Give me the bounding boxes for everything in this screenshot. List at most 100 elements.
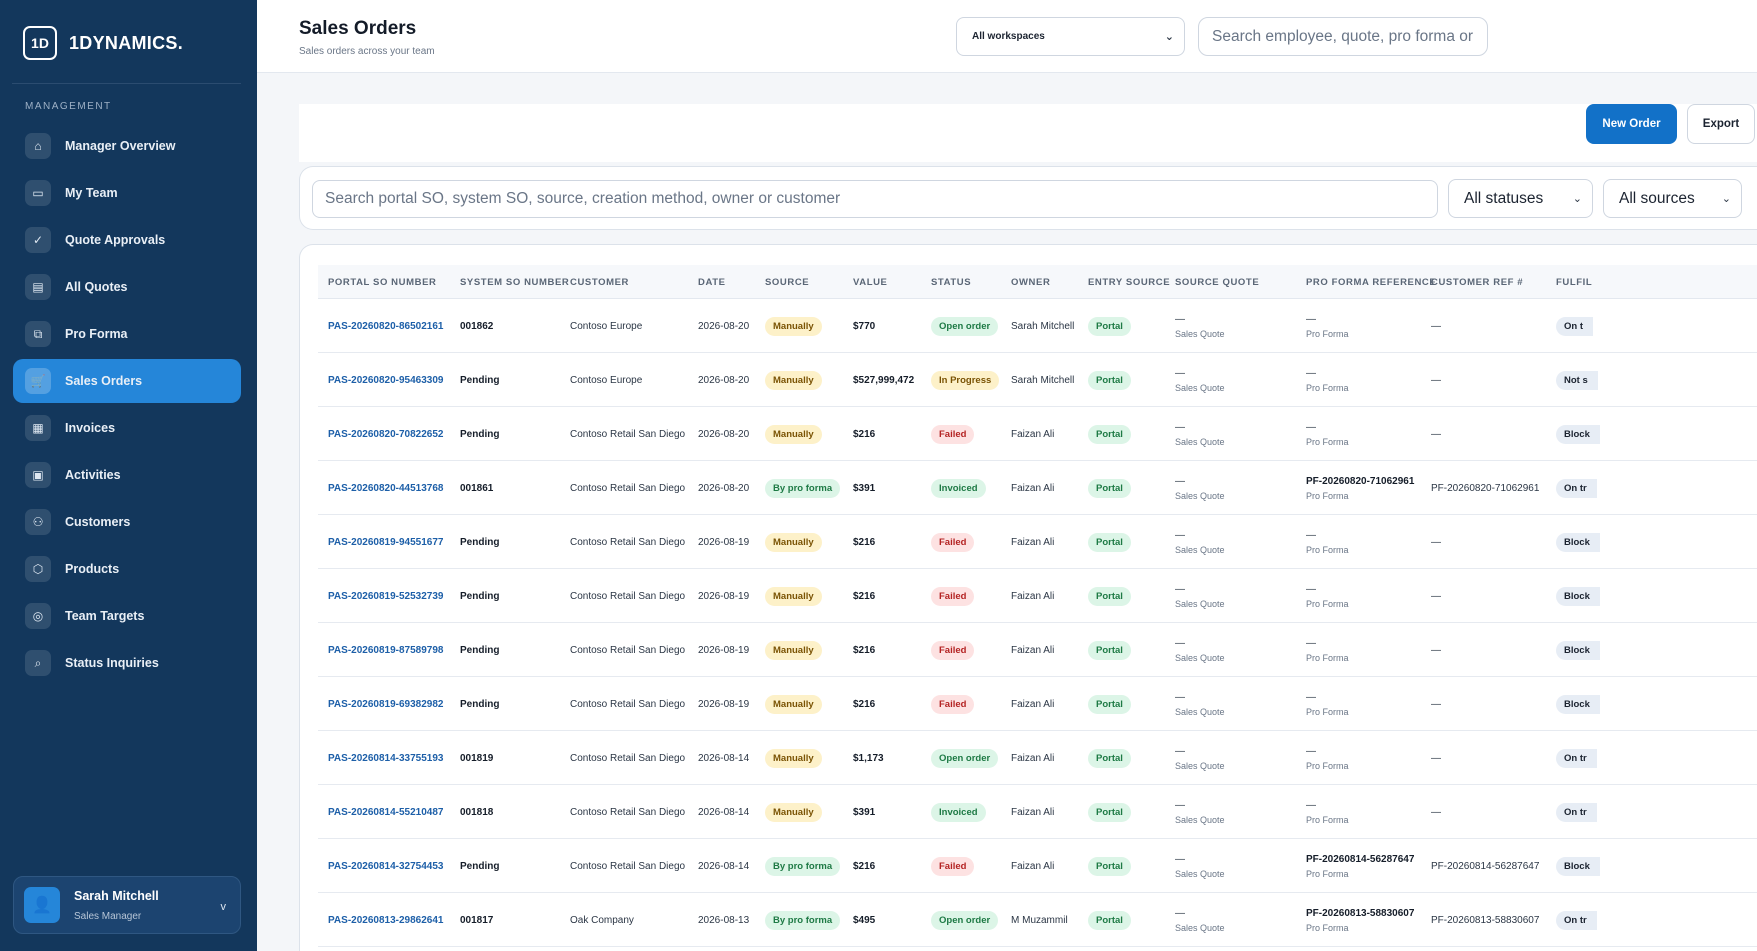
customer-ref: PF-20260820-71062961 (1431, 482, 1540, 494)
sidebar-item-activities[interactable]: ▣ Activities (13, 453, 241, 497)
new-order-button[interactable]: New Order (1586, 104, 1677, 144)
portal-so-link[interactable]: PAS-20260813-29862641 (328, 915, 443, 926)
column-header[interactable]: SOURCE (765, 277, 809, 288)
sidebar-item-all-quotes[interactable]: ▤ All Quotes (13, 265, 241, 309)
sidebar-item-status-inquiries[interactable]: ⌕ Status Inquiries (13, 641, 241, 685)
column-header[interactable]: OWNER (1011, 277, 1050, 288)
column-header[interactable]: SYSTEM SO NUMBER (460, 277, 569, 288)
proforma-reference[interactable]: — (1306, 530, 1349, 541)
column-header[interactable]: DATE (698, 277, 726, 288)
all-quotes-icon: ▤ (25, 274, 51, 300)
sidebar-item-my-team[interactable]: ▭ My Team (13, 171, 241, 215)
table-row[interactable]: PAS-20260819-69382982 Pending Contoso Reta… (318, 677, 1757, 731)
chevron-down-icon[interactable]: v (221, 901, 227, 913)
source-quote-value[interactable]: — (1175, 584, 1225, 595)
sidebar-item-manager-overview[interactable]: ⌂ Manager Overview (13, 124, 241, 168)
order-value: $1,173 (853, 752, 884, 764)
portal-so-link[interactable]: PAS-20260820-86502161 (328, 321, 443, 332)
proforma-reference[interactable]: — (1306, 638, 1349, 649)
table-cell: — Sales Quote (1175, 569, 1225, 623)
status-filter-select[interactable]: All statuses ⌄ (1448, 179, 1593, 218)
column-header[interactable]: VALUE (853, 277, 888, 288)
proforma-type: Pro Forma (1306, 598, 1349, 609)
workspace-select[interactable]: All workspaces ⌄ (956, 17, 1185, 56)
sidebar-item-products[interactable]: ⬡ Products (13, 547, 241, 591)
customer-name: Oak Company (570, 914, 634, 926)
sidebar-item-customers[interactable]: ⚇ Customers (13, 500, 241, 544)
proforma-reference[interactable]: PF-20260814-56287647 (1306, 854, 1414, 865)
source-quote-value[interactable]: — (1175, 368, 1225, 379)
portal-so-link[interactable]: PAS-20260819-87589798 (328, 645, 443, 656)
column-header[interactable]: STATUS (931, 277, 971, 288)
order-search-input[interactable]: Search portal SO, system SO, source, cre… (312, 180, 1438, 218)
table-row[interactable]: PAS-20260814-55210487 001818 Contoso Retai… (318, 785, 1757, 839)
column-header[interactable]: SOURCE QUOTE (1175, 277, 1259, 288)
sidebar-item-pro-forma[interactable]: ⧉ Pro Forma (13, 312, 241, 356)
table-cell: PAS-20260820-44513768 (328, 461, 443, 515)
portal-so-link[interactable]: PAS-20260814-55210487 (328, 807, 443, 818)
source-quote-value[interactable]: — (1175, 476, 1225, 487)
source-quote-value[interactable]: — (1175, 746, 1225, 757)
column-header[interactable]: ENTRY SOURCE (1088, 277, 1170, 288)
portal-so-link[interactable]: PAS-20260820-44513768 (328, 483, 443, 494)
table-cell: Failed (931, 569, 975, 623)
source-quote-value[interactable]: — (1175, 908, 1225, 919)
proforma-reference[interactable]: PF-20260820-71062961 (1306, 476, 1414, 487)
table-row[interactable]: PAS-20260814-32754453 Pending Contoso Reta… (318, 839, 1757, 893)
global-search-input[interactable]: Search employee, quote, pro forma or (1198, 17, 1488, 56)
proforma-reference[interactable]: — (1306, 800, 1349, 811)
table-row[interactable]: PAS-20260819-94551677 Pending Contoso Reta… (318, 515, 1757, 569)
table-cell: PF-20260814-56287647 Pro Forma (1306, 839, 1414, 893)
source-quote-value[interactable]: — (1175, 692, 1225, 703)
source-quote-value[interactable]: — (1175, 530, 1225, 541)
export-button[interactable]: Export (1687, 104, 1755, 144)
table-row[interactable]: PAS-20260820-44513768 001861 Contoso Retai… (318, 461, 1757, 515)
column-header[interactable]: FULFIL (1556, 277, 1592, 288)
table-row[interactable]: PAS-20260813-29862641 001817 Oak Company 20… (318, 893, 1757, 947)
portal-so-link[interactable]: PAS-20260820-95463309 (328, 375, 443, 386)
source-quote-value[interactable]: — (1175, 422, 1225, 433)
column-header[interactable]: PORTAL SO NUMBER (328, 277, 436, 288)
brand-logo[interactable]: 1D 1DYNAMICS. (23, 26, 183, 60)
table-cell: — Sales Quote (1175, 353, 1225, 407)
source-filter-select[interactable]: All sources ⌄ (1603, 179, 1742, 218)
proforma-reference[interactable]: — (1306, 692, 1349, 703)
order-value: $216 (853, 536, 876, 548)
proforma-reference[interactable]: PF-20260813-58830607 (1306, 908, 1414, 919)
portal-so-link[interactable]: PAS-20260819-52532739 (328, 591, 443, 602)
column-header[interactable]: CUSTOMER REF # (1431, 277, 1523, 288)
portal-so-link[interactable]: PAS-20260814-33755193 (328, 753, 443, 764)
source-quote-value[interactable]: — (1175, 638, 1225, 649)
portal-so-link[interactable]: PAS-20260819-94551677 (328, 537, 443, 548)
table-cell: $1,173 (853, 731, 884, 785)
table-row[interactable]: PAS-20260819-87589798 Pending Contoso Reta… (318, 623, 1757, 677)
sidebar-item-team-targets[interactable]: ◎ Team Targets (13, 594, 241, 638)
column-header[interactable]: PRO FORMA REFERENCE (1306, 277, 1436, 288)
portal-so-link[interactable]: PAS-20260820-70822652 (328, 429, 443, 440)
table-cell: Contoso Europe (570, 353, 642, 407)
portal-so-link[interactable]: PAS-20260819-69382982 (328, 699, 443, 710)
proforma-reference[interactable]: — (1306, 746, 1349, 757)
proforma-reference[interactable]: — (1306, 584, 1349, 595)
table-row[interactable]: PAS-20260820-95463309 Pending Contoso Euro… (318, 353, 1757, 407)
proforma-reference[interactable]: — (1306, 422, 1349, 433)
table-row[interactable]: PAS-20260820-86502161 001862 Contoso Europ… (318, 299, 1757, 353)
sidebar-item-invoices[interactable]: ▦ Invoices (13, 406, 241, 450)
sidebar-item-sales-orders[interactable]: 🛒 Sales Orders (13, 359, 241, 403)
source-quote-value[interactable]: — (1175, 854, 1225, 865)
table-cell: — (1431, 515, 1441, 569)
sidebar-item-quote-approvals[interactable]: ✓ Quote Approvals (13, 218, 241, 262)
table-row[interactable]: PAS-20260814-33755193 001819 Contoso Retai… (318, 731, 1757, 785)
table-row[interactable]: PAS-20260819-52532739 Pending Contoso Reta… (318, 569, 1757, 623)
proforma-reference[interactable]: — (1306, 368, 1349, 379)
source-quote-value[interactable]: — (1175, 314, 1225, 325)
source-quote-value[interactable]: — (1175, 800, 1225, 811)
table-cell: Faizan Ali (1011, 515, 1054, 569)
user-menu[interactable]: 👤 Sarah Mitchell Sales Manager v (13, 876, 241, 934)
proforma-reference[interactable]: — (1306, 314, 1349, 325)
column-header[interactable]: CUSTOMER (570, 277, 629, 288)
portal-so-link[interactable]: PAS-20260814-32754453 (328, 861, 443, 872)
table-cell: PAS-20260814-55210487 (328, 785, 443, 839)
order-value: $216 (853, 860, 876, 872)
table-row[interactable]: PAS-20260820-70822652 Pending Contoso Reta… (318, 407, 1757, 461)
